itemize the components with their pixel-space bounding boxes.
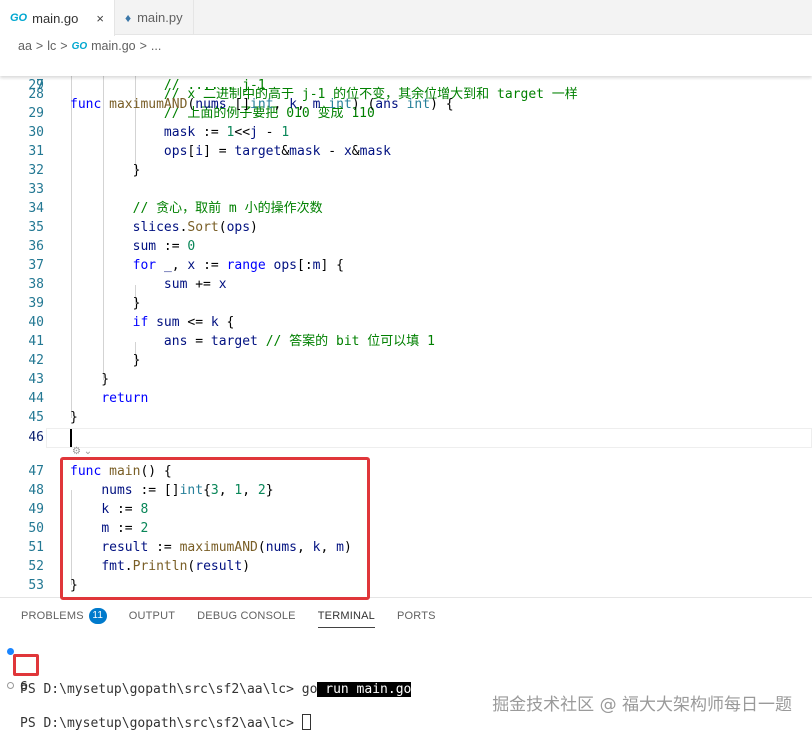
code-line: 31 ops[i] = target&mask - x&mask — [0, 142, 812, 161]
terminal-cursor — [301, 714, 311, 730]
line-number: 53 — [28, 578, 44, 593]
code-text: sum := 0 — [132, 239, 196, 254]
tab-main-go[interactable]: GO main.go × — [0, 0, 115, 36]
output-highlight-box — [13, 654, 39, 676]
code-line: 46 — [0, 428, 812, 447]
code-text: } — [70, 353, 141, 368]
line-number: 34 — [28, 201, 44, 216]
code-text: func maximumAND(nums []int, k, m int) (a… — [70, 97, 454, 112]
code-text: ans = target // 答案的 bit 位可以填 1 — [163, 334, 435, 349]
line-number: 52 — [28, 559, 44, 574]
tab-label: main.py — [137, 10, 183, 25]
codelens-icon[interactable]: ⚙ ⌄ — [72, 446, 92, 457]
go-icon: GO — [71, 40, 88, 52]
terminal-command: PS D:\mysetup\gopath\src\sf2\aa\lc> — [20, 714, 311, 731]
terminal-prompt: PS D:\mysetup\gopath\src\sf2\aa\lc> — [20, 716, 302, 731]
panel-tabs: PROBLEMS 11 OUTPUT DEBUG CONSOLE TERMINA… — [0, 598, 458, 634]
tab-debug-console[interactable]: DEBUG CONSOLE — [197, 598, 296, 634]
line-number: 42 — [28, 353, 44, 368]
code-line: 32 } — [0, 161, 812, 180]
tab-label: main.go — [32, 10, 79, 26]
line-number: 37 — [28, 258, 44, 273]
go-icon: GO — [10, 12, 28, 24]
breadcrumb-folder-lc[interactable]: lc — [47, 39, 56, 53]
code-text: slices.Sort(ops) — [132, 220, 258, 235]
code-text: } — [70, 163, 141, 178]
code-text: return — [101, 391, 149, 406]
editor-tab-bar: GO main.go × ♦ main.py — [0, 0, 812, 36]
code-text: sum += x — [163, 277, 227, 292]
code-line: 39 } — [0, 294, 812, 313]
code-line: 36 sum := 0 — [0, 237, 812, 256]
code-line: 34 // 贪心，取前 m 小的操作次数 — [0, 199, 812, 218]
code-line: 42 } — [0, 351, 812, 370]
code-line: 30 mask := 1<<j - 1 — [0, 123, 812, 142]
close-icon[interactable]: × — [96, 11, 104, 26]
problems-count-badge: 11 — [88, 608, 107, 624]
tab-problems[interactable]: PROBLEMS 11 — [21, 598, 107, 634]
code-text: } — [70, 410, 78, 425]
code-text: } — [70, 296, 141, 311]
tab-label: PORTS — [396, 610, 436, 622]
code-text: for _, x := range ops[:m] { — [132, 258, 344, 273]
breadcrumb-symbol[interactable]: ... — [151, 39, 161, 53]
python-icon: ♦ — [124, 10, 132, 25]
code-text: ops[i] = target&mask - x&mask — [163, 144, 391, 159]
chevron-right-icon: > — [35, 39, 44, 53]
code-line: 35 slices.Sort(ops) — [0, 218, 812, 237]
text-cursor — [70, 429, 72, 447]
line-number: 47 — [28, 464, 44, 479]
bottom-panel: PROBLEMS 11 OUTPUT DEBUG CONSOLE TERMINA… — [0, 597, 812, 731]
line-number: 36 — [28, 239, 44, 254]
code-text: } — [70, 372, 110, 387]
chevron-right-icon: > — [139, 39, 147, 53]
line-number: 49 — [28, 502, 44, 517]
code-line: 43 } — [0, 370, 812, 389]
code-line: 45} — [0, 408, 812, 427]
line-number: 43 — [28, 372, 44, 387]
line-number: 45 — [28, 410, 44, 425]
line-number: 40 — [28, 315, 44, 330]
tab-label: DEBUG CONSOLE — [197, 610, 296, 622]
line-number: 46 — [28, 430, 44, 445]
line-number: 41 — [28, 334, 44, 349]
line-number: 48 — [28, 483, 44, 498]
line-number: 44 — [28, 391, 44, 406]
command-status-icon[interactable] — [7, 682, 14, 689]
code-line: 37 for _, x := range ops[:m] { — [0, 256, 812, 275]
sticky-scroll-header[interactable]: 9 func maximumAND(nums []int, k, m int) … — [0, 57, 812, 112]
code-line: 33 — [0, 180, 812, 199]
line-number: 38 — [28, 277, 44, 292]
tab-label: PROBLEMS — [21, 610, 84, 622]
code-text: // 贪心，取前 m 小的操作次数 — [70, 201, 323, 216]
watermark: 掘金技术社区 @ 福大大架构师每日一题 — [492, 695, 792, 715]
line-number: 39 — [28, 296, 44, 311]
code-line: 44 return — [0, 389, 812, 408]
code-line: 40 if sum <= k { — [0, 313, 812, 332]
code-text: if sum <= k { — [132, 315, 235, 330]
line-number: 51 — [28, 540, 44, 555]
tab-label: TERMINAL — [317, 610, 375, 622]
tab-label: OUTPUT — [128, 610, 176, 622]
tab-terminal[interactable]: TERMINAL — [317, 598, 376, 634]
code-line: 41 ans = target // 答案的 bit 位可以填 1 — [0, 332, 812, 351]
line-number: 50 — [28, 521, 44, 536]
chevron-right-icon: > — [60, 39, 68, 53]
line-number: 33 — [28, 182, 44, 197]
breadcrumb: aa > lc > GO main.go > ... — [0, 35, 812, 57]
tab-ports[interactable]: PORTS — [397, 598, 436, 634]
line-number: 9 — [36, 78, 44, 93]
code-line: 38 sum += x — [0, 275, 812, 294]
line-number: 32 — [28, 163, 44, 178]
line-number: 31 — [28, 144, 44, 159]
breadcrumb-file[interactable]: main.go — [91, 39, 135, 53]
breadcrumb-folder-aa[interactable]: aa — [18, 39, 32, 53]
code-line: 9 func maximumAND(nums []int, k, m int) … — [0, 57, 812, 112]
tab-output[interactable]: OUTPUT — [129, 598, 175, 634]
code-text: mask := 1<<j - 1 — [163, 125, 290, 140]
tab-main-py[interactable]: ♦ main.py — [115, 0, 194, 35]
main-function-highlight-box — [60, 457, 370, 600]
line-number: 35 — [28, 220, 44, 235]
